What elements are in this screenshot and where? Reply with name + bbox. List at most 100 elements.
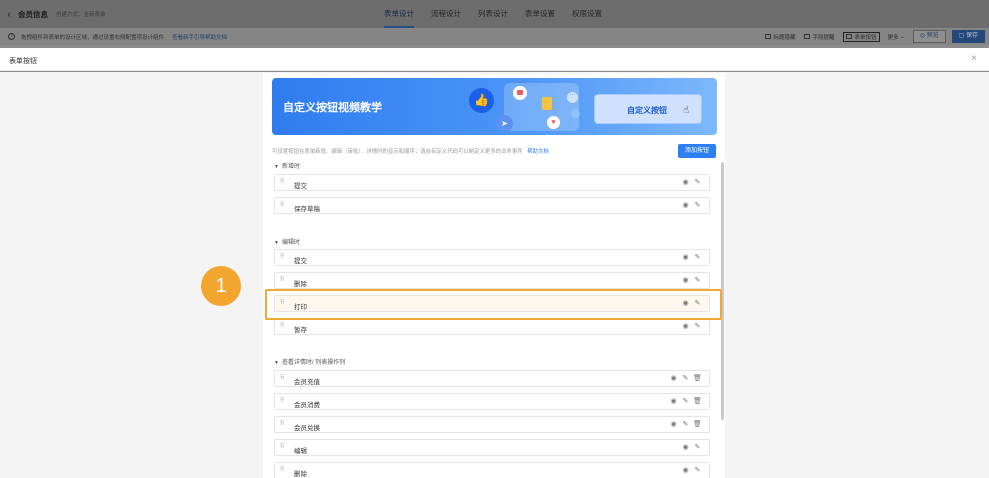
form-title: 会员信息 [18, 9, 48, 19]
message-icon [513, 86, 527, 100]
banner-title: 自定义按钮视频教学 [283, 102, 382, 114]
save-icon: ▢ [958, 33, 966, 39]
banner-button-label: 自定义按钮 [627, 106, 667, 115]
tool-more[interactable]: 更多 ⌄ [888, 33, 905, 41]
drag-handle-icon[interactable]: ⠿ [280, 420, 285, 427]
guide-link[interactable]: 查看新手引导帮助文档 [172, 33, 227, 41]
edit-icon[interactable]: ✎ [693, 443, 702, 452]
close-icon[interactable]: × [971, 53, 977, 64]
caret-down-icon: ▼ [274, 240, 279, 246]
drag-handle-icon[interactable]: ⠿ [280, 443, 285, 450]
edit-icon[interactable]: ✎ [681, 374, 690, 383]
designer-tip: 拖拽组件到表单的设计区域，通过设置右侧配置项设计组件 [21, 34, 165, 41]
eye-icon[interactable]: ◉ [669, 420, 678, 429]
tab-list-design[interactable]: 列表设计 [478, 0, 508, 28]
trash-icon[interactable]: 🗑 [693, 374, 702, 383]
app-topbar: ‹ 会员信息 创建方式：全新表单 表单设计 流程设计 列表设计 表单设置 权限设… [0, 0, 989, 28]
drag-handle-icon[interactable]: ⠿ [280, 374, 285, 381]
eye-icon[interactable]: ◉ [669, 397, 678, 406]
chevron-left-icon[interactable]: ‹ [0, 9, 18, 20]
section-header-edit[interactable]: ▼ 编辑时 [274, 237, 300, 246]
button-icon [845, 34, 852, 39]
button-row-submit[interactable]: ⠿ 提交 ◉ ✎ [274, 249, 710, 266]
help-doc-link[interactable]: 帮助文档 [527, 149, 549, 155]
form-subtitle: 创建方式：全新表单 [56, 12, 106, 18]
tool-form-buttons[interactable]: 表单按钮 [842, 31, 880, 42]
caret-down-icon: ▼ [274, 164, 279, 170]
button-row-label: 暂存 [294, 327, 307, 334]
tutorial-banner[interactable]: 自定义按钮视频教学 👍 ➤ ··· ♥ 自定义按钮 ☝ [272, 78, 717, 135]
eye-icon[interactable]: ◉ [681, 178, 690, 187]
button-row-label: 会员兑换 [294, 425, 320, 432]
edit-icon[interactable]: ✎ [693, 322, 702, 331]
description-text: 可设置按钮在表单新增、编辑（审批）、详情时的显示和顺序，请自有定义代码可以制定义… [272, 149, 523, 155]
field-icon [803, 34, 810, 39]
button-row-delete[interactable]: ⠿ 删除 ◉ ✎ [274, 462, 710, 478]
caret-down-icon: ▼ [274, 360, 279, 366]
button-row-temp-save[interactable]: ⠿ 暂存 ◉ ✎ [274, 318, 710, 335]
edit-icon[interactable]: ✎ [681, 420, 690, 429]
edit-icon[interactable]: ✎ [693, 466, 702, 475]
design-tabs: 表单设计 流程设计 列表设计 表单设置 权限设置 [384, 0, 619, 28]
edit-icon[interactable]: ✎ [693, 201, 702, 210]
cursor-icon: ☝ [683, 105, 690, 116]
eye-icon[interactable]: ◉ [681, 443, 690, 452]
edit-icon[interactable]: ✎ [681, 397, 690, 406]
eye-icon[interactable]: ◉ [669, 374, 678, 383]
drag-handle-icon[interactable]: ⠿ [280, 397, 285, 404]
drag-handle-icon[interactable]: ⠿ [280, 322, 285, 329]
add-button[interactable]: 添加按钮 [678, 144, 716, 158]
eye-icon[interactable]: ◉ [681, 201, 690, 210]
button-row-label: 删除 [294, 281, 307, 288]
eye-icon[interactable]: ◉ [681, 253, 690, 262]
button-row-label: 编辑 [294, 448, 307, 455]
save-button[interactable]: ▢ 保存 [951, 30, 985, 43]
button-row-save-draft[interactable]: ⠿ 保存草稿 ◉ ✎ [274, 197, 710, 214]
smile-icon [571, 109, 580, 118]
button-row-label: 提交 [294, 258, 307, 265]
trash-icon[interactable]: 🗑 [693, 397, 702, 406]
edit-icon[interactable]: ✎ [693, 253, 702, 262]
banner-custom-button: 自定义按钮 ☝ [594, 94, 702, 124]
info-icon: i [8, 33, 15, 40]
thumbs-up-icon: 👍 [469, 88, 494, 113]
eye-icon[interactable]: ◉ [681, 276, 690, 285]
trash-icon[interactable]: 🗑 [693, 420, 702, 429]
edit-icon[interactable]: ✎ [693, 178, 702, 187]
toolbar: 标题隐藏 字段提醒 表单按钮 更多 ⌄ ◎ 预览 ▢ 保存 [764, 28, 989, 45]
eye-icon[interactable]: ◉ [681, 466, 690, 475]
drag-handle-icon[interactable]: ⠿ [280, 466, 285, 473]
drag-handle-icon[interactable]: ⠿ [280, 201, 285, 208]
tab-permission-settings[interactable]: 权限设置 [572, 0, 602, 28]
drawer-header: 表单按钮 × [0, 48, 989, 71]
tool-title-hide[interactable]: 标题隐藏 [764, 33, 796, 41]
button-row-exchange[interactable]: ⠿ 会员兑换 ◉ ✎ 🗑 [274, 416, 710, 433]
section-header-view-list[interactable]: ▼ 查看详情时/ 列表操作列 [274, 357, 345, 366]
document-icon [542, 97, 552, 110]
send-icon: ➤ [496, 115, 513, 132]
button-row-delete[interactable]: ⠿ 删除 ◉ ✎ [274, 272, 710, 289]
chat-dots-icon: ··· [567, 92, 578, 103]
button-row-recharge[interactable]: ⠿ 会员充值 ◉ ✎ 🗑 [274, 370, 710, 387]
section-header-new[interactable]: ▼ 新增时 [274, 161, 300, 170]
tool-field-remind[interactable]: 字段提醒 [803, 33, 835, 41]
button-row-edit[interactable]: ⠿ 编辑 ◉ ✎ [274, 439, 710, 456]
tab-form-design[interactable]: 表单设计 [384, 0, 414, 28]
button-row-label: 保存草稿 [294, 206, 320, 213]
button-row-consume[interactable]: ⠿ 会员消费 ◉ ✎ 🗑 [274, 393, 710, 410]
form-buttons-panel: 自定义按钮视频教学 👍 ➤ ··· ♥ 自定义按钮 ☝ 可设置按钮在表单新增、编… [263, 73, 725, 478]
tab-flow-design[interactable]: 流程设计 [431, 0, 461, 28]
drawer-title: 表单按钮 [9, 58, 37, 65]
preview-icon: ◎ [919, 33, 927, 39]
drag-handle-icon[interactable]: ⠿ [280, 178, 285, 185]
edit-icon[interactable]: ✎ [693, 276, 702, 285]
button-row-label: 提交 [294, 183, 307, 190]
preview-button[interactable]: ◎ 预览 [912, 30, 946, 43]
info-bar: i 拖拽组件到表单的设计区域，通过设置右侧配置项设计组件 查看新手引导帮助文档 … [0, 28, 989, 45]
tab-form-settings[interactable]: 表单设置 [525, 0, 555, 28]
drag-handle-icon[interactable]: ⠿ [280, 276, 285, 283]
button-row-submit[interactable]: ⠿ 提交 ◉ ✎ [274, 174, 710, 191]
eye-icon[interactable]: ◉ [681, 322, 690, 331]
button-row-label: 会员充值 [294, 379, 320, 386]
drag-handle-icon[interactable]: ⠿ [280, 253, 285, 260]
